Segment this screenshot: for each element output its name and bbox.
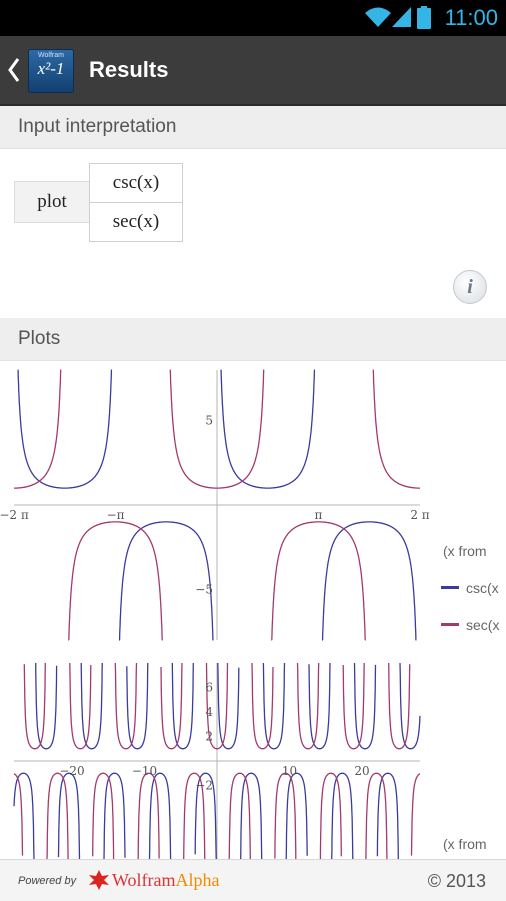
status-bar: 11:00 bbox=[0, 0, 506, 36]
plot-2[interactable]: −20 −10 10 20 6 4 2 −2 bbox=[0, 655, 430, 860]
legend-label-sec: sec(x bbox=[466, 617, 500, 633]
function-cell-sec: sec(x) bbox=[90, 202, 182, 241]
page-title: Results bbox=[89, 57, 169, 82]
back-chevron-icon[interactable] bbox=[6, 56, 22, 84]
legend-label-csc: csc(x bbox=[466, 580, 499, 596]
command-cell: plot bbox=[14, 181, 90, 223]
battery-icon bbox=[417, 6, 431, 29]
clock: 11:00 bbox=[444, 5, 498, 30]
action-bar: Wolfram x²-1 Results bbox=[0, 36, 506, 106]
plots-header: Plots bbox=[0, 318, 506, 361]
function-cell-csc: csc(x) bbox=[112, 172, 160, 193]
y-tick-label: 2 bbox=[205, 730, 213, 744]
signal-icon bbox=[392, 7, 411, 27]
plot-1[interactable]: −2 π −π π 2 π 5 −5 bbox=[0, 362, 430, 652]
wolfram-alpha-logo: WolframAlpha bbox=[112, 870, 220, 890]
app-icon[interactable]: Wolfram x²-1 bbox=[28, 49, 74, 93]
x-tick-label: −20 bbox=[59, 764, 84, 778]
x-tick-label: 10 bbox=[282, 764, 297, 778]
powered-by-label: Powered by bbox=[18, 875, 77, 887]
plot-1-range-text: (x from bbox=[443, 543, 487, 559]
y-tick-label: 6 bbox=[205, 681, 213, 695]
x-tick-label: −2 π bbox=[0, 508, 29, 522]
legend-swatch-csc bbox=[441, 586, 459, 589]
y-tick-label: 5 bbox=[205, 414, 213, 428]
copyright: © 2013 bbox=[427, 871, 486, 891]
x-tick-label: −10 bbox=[132, 764, 157, 778]
input-interpretation-header: Input interpretation bbox=[0, 106, 506, 149]
legend-swatch-sec bbox=[441, 623, 459, 626]
y-tick-label: 4 bbox=[205, 705, 213, 719]
x-tick-label: π bbox=[315, 508, 323, 522]
info-icon[interactable]: i bbox=[453, 270, 487, 304]
footer: Powered by WolframAlpha © 2013 bbox=[0, 859, 506, 901]
app-icon-formula: x²-1 bbox=[37, 59, 65, 78]
app-icon-caption: Wolfram bbox=[38, 52, 64, 59]
plot-2-range-text: (x from bbox=[443, 836, 487, 852]
y-tick-label: −5 bbox=[195, 582, 213, 596]
y-tick-label: −2 bbox=[195, 779, 213, 793]
x-tick-label: 2 π bbox=[410, 508, 429, 522]
x-tick-label: −π bbox=[107, 508, 125, 522]
function-table: csc(x) sec(x) bbox=[89, 163, 183, 242]
wifi-icon bbox=[365, 7, 391, 27]
x-tick-label: 20 bbox=[354, 764, 369, 778]
wolfram-spikey-icon bbox=[89, 870, 109, 890]
